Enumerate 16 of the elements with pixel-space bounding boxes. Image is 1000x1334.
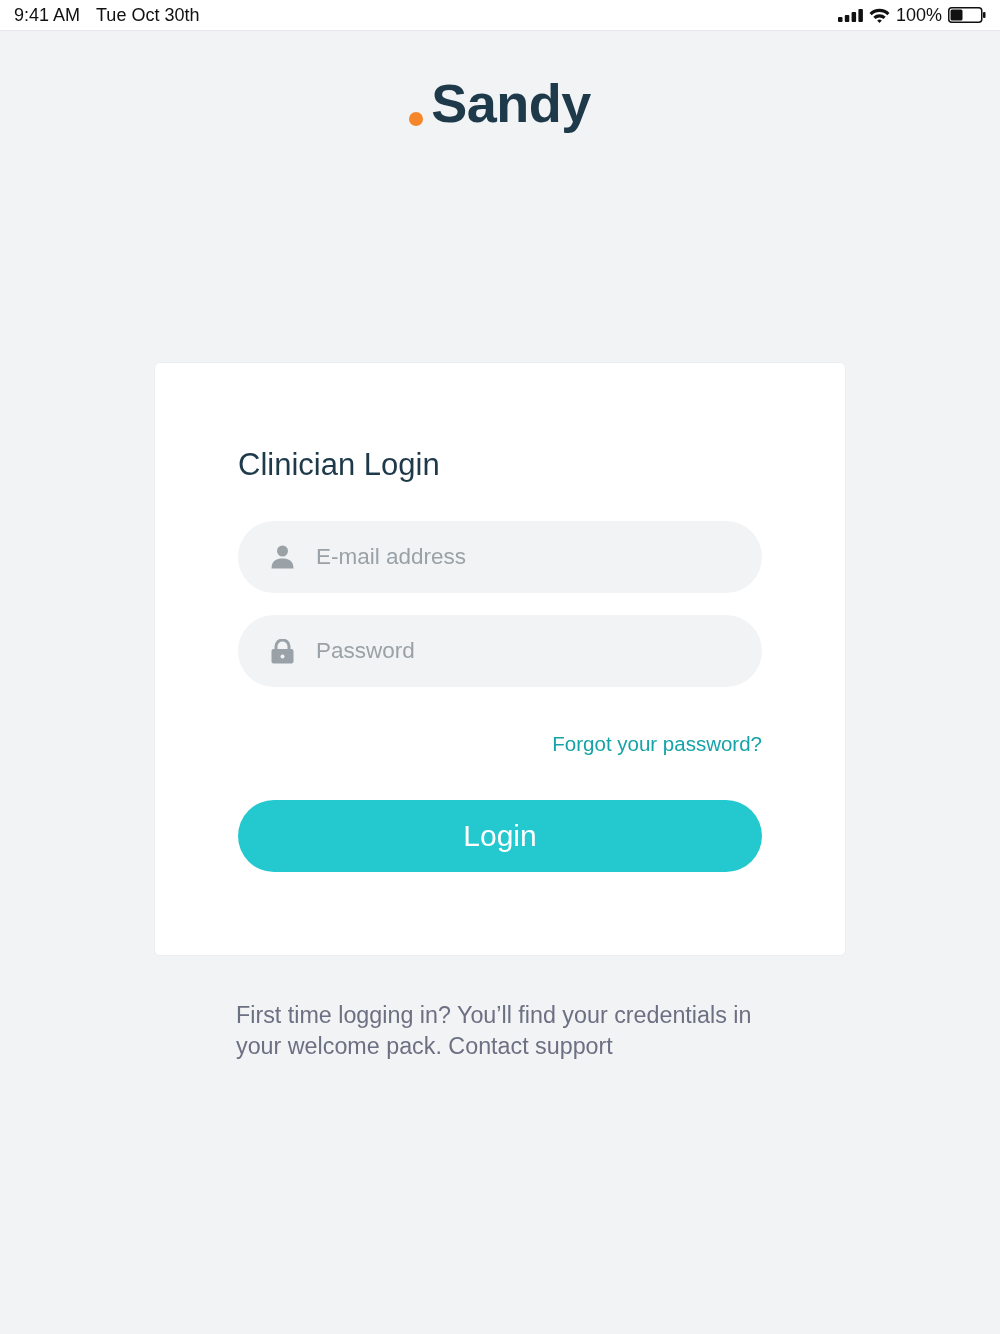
login-button[interactable]: Login [238,799,762,872]
battery-icon [948,7,986,23]
logo-text: Sandy [431,75,591,132]
password-field[interactable]: Password [238,614,762,687]
wifi-icon [868,7,890,23]
card-title: Clinician Login [238,445,441,484]
battery-percent: 100% [895,4,942,26]
status-date: Tue Oct 30th [96,4,200,26]
footer-text: First time logging in? You’ll find your credentials in your welcome pack. Contact support [236,1000,753,1061]
person-icon [271,544,294,570]
lock-icon [271,638,294,664]
email-field[interactable]: E-mail address [238,520,762,593]
signal-icon [837,8,863,22]
forgot-password-link[interactable]: Forgot your password? [552,729,762,758]
status-time: 9:41 AM [14,4,81,26]
dot-icon [409,111,424,126]
